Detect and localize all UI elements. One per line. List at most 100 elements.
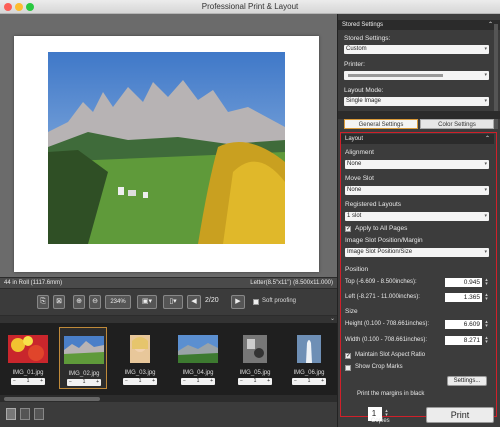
copies-stepper[interactable]: −1 + bbox=[292, 378, 326, 385]
left-input[interactable]: 1.365 bbox=[445, 293, 482, 302]
thumbnail-item[interactable]: IMG_01.jpg −1 + bbox=[4, 327, 52, 389]
zoom-in-button[interactable]: ⊕ bbox=[73, 295, 85, 309]
chevron-down-icon: ▾ bbox=[484, 161, 487, 167]
arrow-right-icon: ▶ bbox=[235, 298, 241, 305]
layout-section: Layout ⌃ Alignment None ▾ Move Slot None ▾ … bbox=[340, 132, 497, 417]
stored-settings-header[interactable]: Stored Settings ⌃ bbox=[338, 20, 500, 30]
page-delete-button[interactable]: ⊠ bbox=[53, 295, 65, 309]
left-label: Left (-8.271 - 11.000inches): bbox=[345, 294, 420, 300]
maintain-aspect-checkbox[interactable]: ✓ bbox=[345, 353, 351, 359]
chevron-down-icon: ▾ bbox=[484, 72, 487, 78]
stored-settings-select[interactable]: Custom ▾ bbox=[344, 45, 489, 54]
width-stepper[interactable]: ▴ ▾ bbox=[484, 336, 489, 345]
split-view-button[interactable] bbox=[20, 408, 30, 420]
compare-view-button[interactable] bbox=[34, 408, 44, 420]
zoom-in-icon: ⊕ bbox=[76, 298, 82, 305]
chevron-down-icon: ▾ bbox=[484, 249, 487, 255]
alignment-select[interactable]: None ▾ bbox=[345, 160, 489, 169]
thumbnail-image bbox=[243, 335, 267, 363]
settings-button[interactable]: Settings... bbox=[447, 376, 487, 386]
soft-proofing-checkbox[interactable] bbox=[253, 299, 259, 305]
minimize-window-button[interactable] bbox=[15, 3, 23, 11]
print-button[interactable]: Print bbox=[426, 407, 494, 423]
copies-stepper[interactable]: −1 + bbox=[11, 378, 45, 385]
top-input[interactable]: 0.945 bbox=[445, 278, 482, 287]
height-label: Height (0.100 - 708.661inches): bbox=[345, 321, 430, 327]
roll-info: 44 in Roll (1117.6mm) bbox=[4, 280, 63, 286]
next-page-button[interactable]: ▶ bbox=[231, 295, 245, 309]
zoom-level-select[interactable]: 234% bbox=[105, 295, 131, 309]
slot-position-select[interactable]: Image Slot Position/Size ▾ bbox=[345, 248, 489, 257]
window-title: Professional Print & Layout bbox=[201, 2, 299, 11]
plus-icon: + bbox=[96, 379, 99, 385]
height-stepper[interactable]: ▴ ▾ bbox=[484, 320, 489, 329]
thumbnail-image bbox=[178, 335, 218, 363]
plus-icon: + bbox=[267, 378, 270, 384]
thumbnail-scrollbar[interactable] bbox=[4, 397, 100, 401]
image-view-icon: ▣▾ bbox=[141, 298, 153, 305]
copies-stepper[interactable]: −1 + bbox=[181, 378, 215, 385]
maintain-aspect-label: Maintain Slot Aspect Ratio bbox=[355, 352, 426, 358]
copies-stepper[interactable]: ▴ ▾ bbox=[384, 409, 389, 418]
size-label: Size bbox=[345, 308, 358, 315]
print-preview-area bbox=[0, 14, 337, 277]
preview-toolbar: ⎘ ⊠ ⊕ ⊖ 234% ▣▾ ▯▾ ◀ 2/20 ▶ Soft proofin… bbox=[0, 289, 337, 315]
width-input[interactable]: 8.271 bbox=[445, 336, 482, 345]
thumbnail-name: IMG_01.jpg bbox=[12, 370, 44, 376]
settings-panel: Stored Settings ⌃ Stored Settings: Custom… bbox=[337, 14, 500, 427]
plus-icon: + bbox=[321, 378, 324, 384]
registered-layouts-select[interactable]: 1 slot ▾ bbox=[345, 212, 489, 221]
previous-page-button[interactable]: ◀ bbox=[187, 295, 201, 309]
move-slot-select[interactable]: None ▾ bbox=[345, 186, 489, 195]
slot-position-margin-label: Image Slot Position/Margin bbox=[345, 237, 423, 244]
thumbnail-name: IMG_06.jpg bbox=[293, 370, 325, 376]
stored-settings-label: Stored Settings: bbox=[344, 35, 391, 42]
tab-color-settings[interactable]: Color Settings bbox=[420, 119, 494, 129]
page-import-button[interactable]: ⎘ bbox=[37, 295, 49, 309]
chevron-up-icon: ⌃ bbox=[484, 136, 490, 142]
zoom-window-button[interactable] bbox=[26, 3, 34, 11]
page-view-icon: ▯▾ bbox=[169, 298, 177, 305]
copies-stepper[interactable]: −1 + bbox=[67, 379, 101, 386]
paper-info: Letter(8.5"x11") (8.500x11.000) bbox=[250, 280, 333, 286]
thumbnail-item[interactable]: IMG_03.jpg −1 + bbox=[116, 327, 164, 389]
thumbnail-item-selected[interactable]: IMG_02.jpg −1 + bbox=[59, 327, 107, 389]
page-view-select[interactable]: ▯▾ bbox=[163, 295, 183, 309]
chevron-down-icon: ▾ bbox=[484, 213, 487, 219]
layout-header[interactable]: Layout ⌃ bbox=[341, 134, 494, 144]
printer-select[interactable]: ▾ bbox=[344, 71, 489, 80]
plus-icon: + bbox=[40, 378, 43, 384]
thumbnail-strip: IMG_01.jpg −1 + IMG_02.jpg −1 + IMG_03.jpg… bbox=[0, 323, 337, 395]
copies-stepper[interactable]: −1 + bbox=[238, 378, 272, 385]
close-window-button[interactable] bbox=[4, 3, 12, 11]
thumbnail-collapse-bar[interactable]: ⌄ bbox=[0, 316, 337, 323]
thumbnail-image bbox=[130, 335, 150, 363]
thumbnail-image bbox=[297, 335, 321, 363]
left-stepper[interactable]: ▴ ▾ bbox=[484, 293, 489, 302]
plus-icon: + bbox=[152, 378, 155, 384]
soft-proofing-label: Soft proofing bbox=[262, 298, 297, 304]
thumbnail-item[interactable]: IMG_04.jpg −1 + bbox=[174, 327, 222, 389]
top-stepper[interactable]: ▴ ▾ bbox=[484, 278, 489, 287]
show-crop-marks-label: Show Crop Marks bbox=[355, 364, 403, 370]
preview-photo[interactable] bbox=[48, 52, 285, 244]
layout-mode-select[interactable]: Single Image ▾ bbox=[344, 97, 489, 106]
layout-mode-label: Layout Mode: bbox=[344, 87, 384, 94]
thumbnail-item[interactable]: IMG_06.jpg −1 + bbox=[285, 327, 333, 389]
print-margins-label: Print the margins in black bbox=[357, 391, 425, 397]
thumbnail-item[interactable]: IMG_05.jpg −1 + bbox=[231, 327, 279, 389]
apply-all-pages-checkbox[interactable]: ✓ bbox=[345, 226, 351, 232]
show-crop-marks-checkbox[interactable] bbox=[345, 365, 351, 371]
thumbnail-image bbox=[64, 336, 104, 364]
view-mode-select[interactable]: ▣▾ bbox=[137, 295, 157, 309]
zoom-out-button[interactable]: ⊖ bbox=[89, 295, 101, 309]
single-view-button[interactable] bbox=[6, 408, 16, 420]
copies-stepper[interactable]: −1 + bbox=[123, 378, 157, 385]
page-import-icon: ⎘ bbox=[40, 298, 46, 305]
tab-general-settings[interactable]: General Settings bbox=[344, 119, 418, 129]
position-label: Position bbox=[345, 266, 369, 273]
height-input[interactable]: 6.609 bbox=[445, 320, 482, 329]
move-slot-label: Move Slot bbox=[345, 175, 374, 182]
title-bar: Professional Print & Layout bbox=[0, 0, 500, 14]
page-delete-icon: ⊠ bbox=[56, 298, 62, 305]
